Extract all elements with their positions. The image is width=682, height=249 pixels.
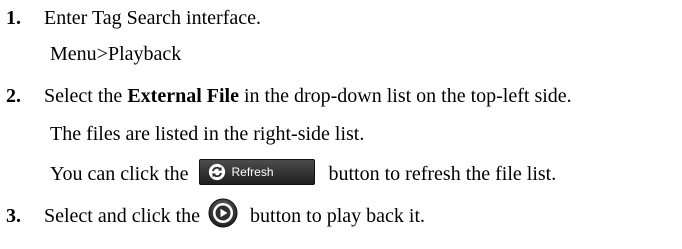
step-text-after: button to play back it. [250,205,426,227]
step-2-substep-1: The files are listed in the right-side l… [50,118,364,150]
refresh-icon [208,164,225,181]
step-text: Enter Tag Search interface. [44,7,262,29]
step-number: 1. [6,7,21,29]
step-text-before: Select and click the [44,205,201,227]
substep-text: The files are listed in the right-side l… [50,123,365,145]
step-number: 2. [6,85,21,107]
step-text: Select the External File in the drop-dow… [44,80,572,112]
step-1: 1. Enter Tag Search interface. [0,2,682,34]
step-text-after: in the drop-down list on the top-left si… [238,85,572,107]
substep-text-before: You can click the [50,163,189,185]
refresh-button[interactable]: Refresh [198,159,315,186]
step-number: 3. [6,205,21,227]
substep-text-after: button to refresh the file list. [328,163,557,185]
step-text-before: Select the [44,85,128,107]
play-button[interactable] [208,198,238,228]
step-2-substep-2: You can click the Refresh button to refre… [50,158,556,190]
step-1-substep: Menu>Playback [50,38,181,70]
external-file-option: External File [127,85,239,107]
step-text: Select and click the button to play back… [44,198,426,232]
step-3: 3. Select and click the button to play b… [0,198,682,232]
step-2: 2. Select the External File in the drop-… [0,80,682,112]
menu-path: Menu>Playback [50,43,182,65]
refresh-button-label: Refresh [231,165,274,180]
